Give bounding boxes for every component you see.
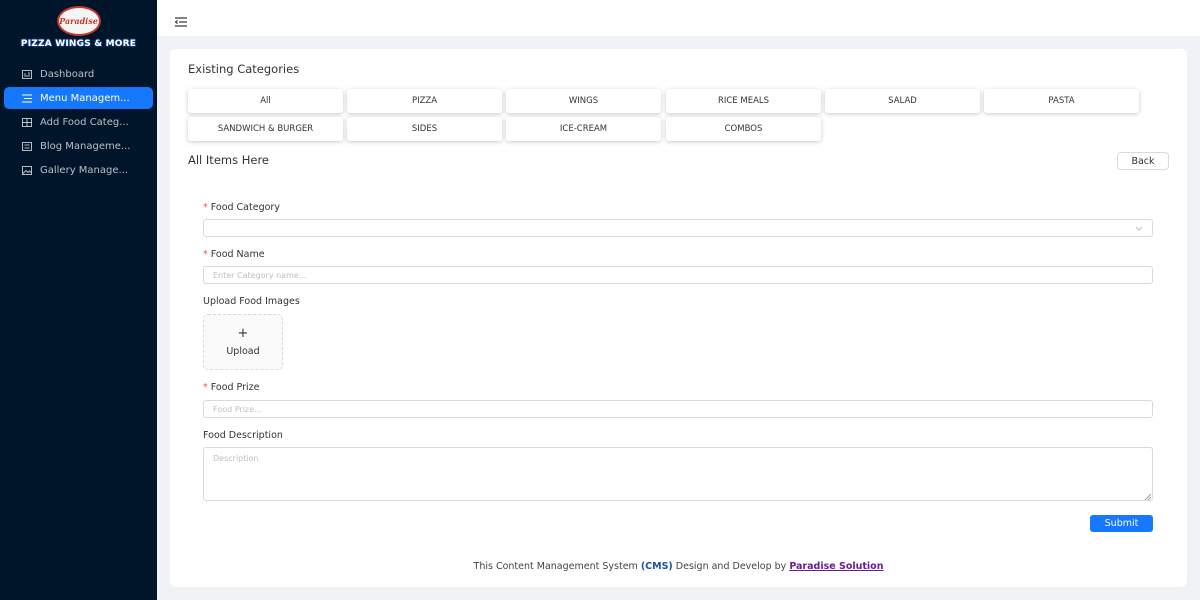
submit-button[interactable]: Submit: [1090, 515, 1153, 532]
required-mark: *: [203, 202, 208, 213]
menu-fold-icon[interactable]: [174, 12, 187, 27]
sidebar-item-label: Dashboard: [40, 68, 95, 80]
category-button-wings[interactable]: WINGS: [506, 89, 661, 113]
footer-cms: (CMS): [640, 561, 673, 572]
blog-icon: [22, 141, 32, 151]
category-button-rice-meals[interactable]: RICE MEALS: [666, 89, 821, 113]
gallery-icon: [22, 165, 32, 175]
food-category-label: * Food Category: [203, 202, 280, 213]
sidebar-item-gallery-management[interactable]: Gallery Manage...: [4, 159, 153, 181]
logo-badge-text: Paradise: [59, 16, 98, 26]
food-prize-input[interactable]: Food Prize...: [203, 400, 1153, 418]
paradise-solution-link[interactable]: Paradise Solution: [789, 561, 883, 572]
upload-label: Upload: [226, 346, 260, 357]
food-category-label-text: Food Category: [210, 202, 280, 213]
sidebar-item-label: Menu Managem...: [40, 92, 130, 104]
category-button-ice-cream[interactable]: ICE-CREAM: [506, 117, 661, 141]
logo-badge: Paradise: [56, 6, 101, 36]
sidebar-item-blog-management[interactable]: Blog Manageme...: [4, 135, 153, 157]
category-button-pasta[interactable]: PASTA: [984, 89, 1139, 113]
footer: This Content Management System (CMS) Des…: [170, 561, 1187, 572]
food-name-label-text: Food Name: [210, 249, 265, 260]
sidebar: Paradise PIZZA WINGS & MORE Dashboard Me…: [0, 0, 157, 600]
required-mark: *: [203, 249, 208, 260]
category-button-all[interactable]: All: [188, 89, 343, 113]
food-prize-label-text: Food Prize: [210, 382, 260, 393]
logo: Paradise PIZZA WINGS & MORE: [0, 0, 157, 60]
footer-text-before: This Content Management System: [473, 561, 641, 572]
all-items-title: All Items Here: [188, 153, 270, 167]
sidebar-item-dashboard[interactable]: Dashboard: [4, 63, 153, 85]
menu-list-icon: [22, 93, 32, 103]
sidebar-item-label: Blog Manageme...: [40, 140, 131, 152]
footer-text-middle: Design and Develop by: [672, 561, 790, 572]
sidebar-menu: Dashboard Menu Managem... Add Food Categ…: [0, 63, 157, 181]
description-placeholder: Description: [213, 454, 259, 463]
food-name-label: * Food Name: [203, 249, 265, 260]
food-description-textarea[interactable]: Description: [203, 447, 1153, 501]
category-button-combos[interactable]: COMBOS: [666, 117, 821, 141]
chevron-down-icon: [1134, 223, 1144, 233]
dashboard-icon: [22, 69, 32, 79]
upload-images-label: Upload Food Images: [203, 296, 300, 307]
food-name-input[interactable]: Enter Category name...: [203, 266, 1153, 284]
category-button-salad[interactable]: SALAD: [825, 89, 980, 113]
sidebar-item-label: Add Food Categ...: [40, 116, 129, 128]
required-mark: *: [203, 382, 208, 393]
logo-text: PIZZA WINGS & MORE: [20, 39, 137, 49]
sidebar-item-add-food-category[interactable]: Add Food Categ...: [4, 111, 153, 133]
table-icon: [22, 117, 32, 127]
category-button-sandwich-burger[interactable]: SANDWICH & BURGER: [188, 117, 343, 141]
plus-icon: +: [237, 326, 249, 341]
top-header: [157, 0, 1200, 36]
food-prize-label: * Food Prize: [203, 382, 260, 393]
resize-grip-icon[interactable]: [1144, 493, 1152, 501]
sidebar-item-menu-management[interactable]: Menu Managem...: [4, 87, 153, 109]
category-button-pizza[interactable]: PIZZA: [347, 89, 502, 113]
content-card: Existing Categories All PIZZA WINGS RICE…: [170, 49, 1187, 587]
sidebar-item-label: Gallery Manage...: [40, 164, 129, 176]
back-button[interactable]: Back: [1117, 152, 1169, 170]
category-button-sides[interactable]: SIDES: [347, 117, 502, 141]
upload-button[interactable]: + Upload: [203, 314, 283, 370]
existing-categories-title: Existing Categories: [188, 62, 300, 76]
food-category-select[interactable]: [203, 219, 1153, 237]
food-description-label: Food Description: [203, 430, 283, 441]
